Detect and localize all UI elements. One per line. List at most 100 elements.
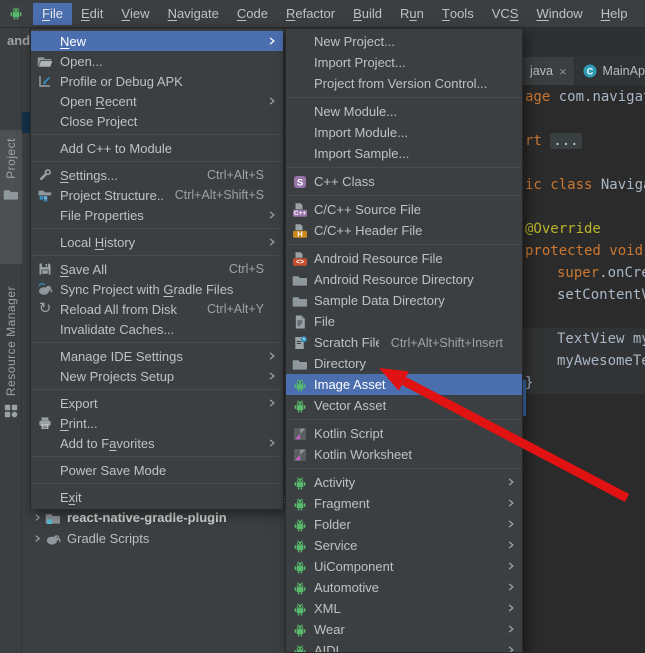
gradle-sync-icon [37, 281, 53, 297]
menu-item-file-properties[interactable]: File Properties [31, 205, 283, 225]
menu-item-label: Project from Version Control... [314, 76, 503, 91]
toolwindow-tab-project[interactable]: Project [0, 130, 22, 264]
menu-item-settings[interactable]: Settings...Ctrl+Alt+S [31, 165, 283, 185]
toolwindow-tab-resource-manager[interactable]: Resource Manager [0, 278, 22, 440]
code-line: protected void [523, 240, 645, 262]
submenu-arrow-icon [503, 601, 516, 616]
menu-item-add-c-to-module[interactable]: Add C++ to Module [31, 138, 283, 158]
menubar-item-edit[interactable]: Edit [72, 3, 112, 25]
menu-item-image-asset[interactable]: Image Asset [286, 374, 522, 395]
editor-tab-label: MainApp [603, 64, 645, 78]
tree-item-gradle-scripts[interactable]: Gradle Scripts [29, 529, 149, 548]
tree-expand-chevron-icon[interactable] [29, 531, 45, 547]
menu-item-android-resource-directory[interactable]: Android Resource Directory [286, 269, 522, 290]
menu-item-directory[interactable]: Directory [286, 353, 522, 374]
svg-text:<>: <> [296, 259, 304, 266]
menu-item-label: Add C++ to Module [60, 141, 264, 156]
menu-item-label: Folder [314, 517, 503, 532]
menu-item-project-structure[interactable]: Project Structure...Ctrl+Alt+Shift+S [31, 185, 283, 205]
tree-expand-chevron-icon[interactable] [29, 510, 45, 526]
menu-item-file[interactable]: File [286, 311, 522, 332]
menubar-item-window[interactable]: Window [527, 3, 591, 25]
tab-close-icon[interactable]: × [559, 64, 567, 79]
menu-item-open-recent[interactable]: Open Recent [31, 91, 283, 111]
android-studio-window: res (generated)react-native-gradle-plugi… [0, 0, 645, 653]
menu-item-import-module[interactable]: Import Module... [286, 122, 522, 143]
editor-tab-mainapp[interactable]: CMainApp [575, 57, 645, 85]
tool-window-bar: Project Resource Manager [0, 28, 22, 653]
menu-item-project-from-version-control[interactable]: Project from Version Control... [286, 73, 522, 94]
menu-item-new[interactable]: New [31, 31, 283, 51]
menu-item-new-project[interactable]: New Project... [286, 31, 522, 52]
menu-item-label: Automotive [314, 580, 503, 595]
menu-item-save-all[interactable]: Save AllCtrl+S [31, 259, 283, 279]
menu-item-xml[interactable]: XML [286, 598, 522, 619]
menu-item-import-sample[interactable]: Import Sample... [286, 143, 522, 164]
menu-item-shortcut: Ctrl+S [229, 262, 264, 276]
menu-item-open[interactable]: Open... [31, 51, 283, 71]
menubar-item-refactor[interactable]: Refactor [277, 3, 344, 25]
menu-item-label: New [60, 34, 264, 49]
menubar-item-navigate[interactable]: Navigate [159, 3, 228, 25]
menu-item-shortcut: Ctrl+Alt+Shift+Insert [391, 336, 503, 350]
tree-item-react-native-gradle-plugin[interactable]: react-native-gradle-plugin [29, 508, 227, 527]
menu-item-add-to-favorites[interactable]: Add to Favorites [31, 433, 283, 453]
menu-item-vector-asset[interactable]: Vector Asset [286, 395, 522, 416]
menu-item-close-project[interactable]: Close Project [31, 111, 283, 131]
menu-item-uicomponent[interactable]: UiComponent [286, 556, 522, 577]
menubar-item-build[interactable]: Build [344, 3, 391, 25]
menu-item-c-c-source-file[interactable]: C++C/C++ Source File [286, 199, 522, 220]
menu-item-import-project[interactable]: Import Project... [286, 52, 522, 73]
menubar-item-file[interactable]: File [33, 3, 72, 25]
menu-item-label: Vector Asset [314, 398, 503, 413]
file-icon [292, 314, 308, 330]
menu-item-service[interactable]: Service [286, 535, 522, 556]
editor-tab-java[interactable]: java× [523, 57, 575, 85]
menu-item-label: Reload All from Disk [60, 302, 195, 317]
menu-item-print[interactable]: Print... [31, 413, 283, 433]
menu-item-folder[interactable]: Folder [286, 514, 522, 535]
menu-item-c-class[interactable]: SC++ Class [286, 171, 522, 192]
menu-item-scratch-file[interactable]: Scratch FileCtrl+Alt+Shift+Insert [286, 332, 522, 353]
menu-item-label: Print... [60, 416, 264, 431]
menu-item-local-history[interactable]: Local History [31, 232, 283, 252]
menubar-item-tools[interactable]: Tools [433, 3, 483, 25]
menubar-item-vcs[interactable]: VCS [483, 3, 528, 25]
menu-item-manage-ide-settings[interactable]: Manage IDE Settings [31, 346, 283, 366]
menu-item-fragment[interactable]: Fragment [286, 493, 522, 514]
menu-separator [31, 252, 283, 259]
svg-text:S: S [297, 177, 303, 188]
new-submenu-dropdown: New Project...Import Project... Project f… [285, 28, 523, 653]
menubar-item-run[interactable]: Run [391, 3, 433, 25]
menubar-item-view[interactable]: View [112, 3, 158, 25]
submenu-arrow-icon [264, 34, 277, 49]
editor-top-strip [523, 28, 645, 57]
menu-item-kotlin-worksheet[interactable]: Kotlin Worksheet [286, 444, 522, 465]
menu-item-reload-all-from-disk[interactable]: ↻Reload All from DiskCtrl+Alt+Y [31, 299, 283, 319]
menu-item-label: Close Project [60, 114, 264, 129]
menu-item-power-save-mode[interactable]: Power Save Mode [31, 460, 283, 480]
menubar-item-code[interactable]: Code [228, 3, 277, 25]
submenu-arrow-icon [503, 580, 516, 595]
menu-item-new-projects-setup[interactable]: New Projects Setup [31, 366, 283, 386]
menu-item-kotlin-script[interactable]: Kotlin Script [286, 423, 522, 444]
submenu-arrow-icon [264, 208, 277, 223]
menubar-item-help[interactable]: Help [592, 3, 637, 25]
menu-item-wear[interactable]: Wear [286, 619, 522, 640]
menu-item-new-module[interactable]: New Module... [286, 101, 522, 122]
menu-item-aidl[interactable]: AIDL [286, 640, 522, 653]
menu-item-android-resource-file[interactable]: <>Android Resource File [286, 248, 522, 269]
code-line [523, 108, 645, 130]
menu-item-sample-data-directory[interactable]: Sample Data Directory [286, 290, 522, 311]
menu-item-automotive[interactable]: Automotive [286, 577, 522, 598]
menu-item-activity[interactable]: Activity [286, 472, 522, 493]
editor-pane[interactable]: java×CMainApp age com.navigatirt ...ic c… [523, 28, 645, 653]
menu-item-invalidate-caches[interactable]: Invalidate Caches... [31, 319, 283, 339]
menu-item-c-c-header-file[interactable]: HC/C++ Header File [286, 220, 522, 241]
menu-item-exit[interactable]: Exit [31, 487, 283, 507]
menu-item-sync-project-with-gradle-files[interactable]: Sync Project with Gradle Files [31, 279, 283, 299]
menu-item-label: Sample Data Directory [314, 293, 503, 308]
menu-item-profile-or-debug-apk[interactable]: Profile or Debug APK [31, 71, 283, 91]
menu-item-export[interactable]: Export [31, 393, 283, 413]
code-line: super.onCrea [523, 262, 645, 284]
